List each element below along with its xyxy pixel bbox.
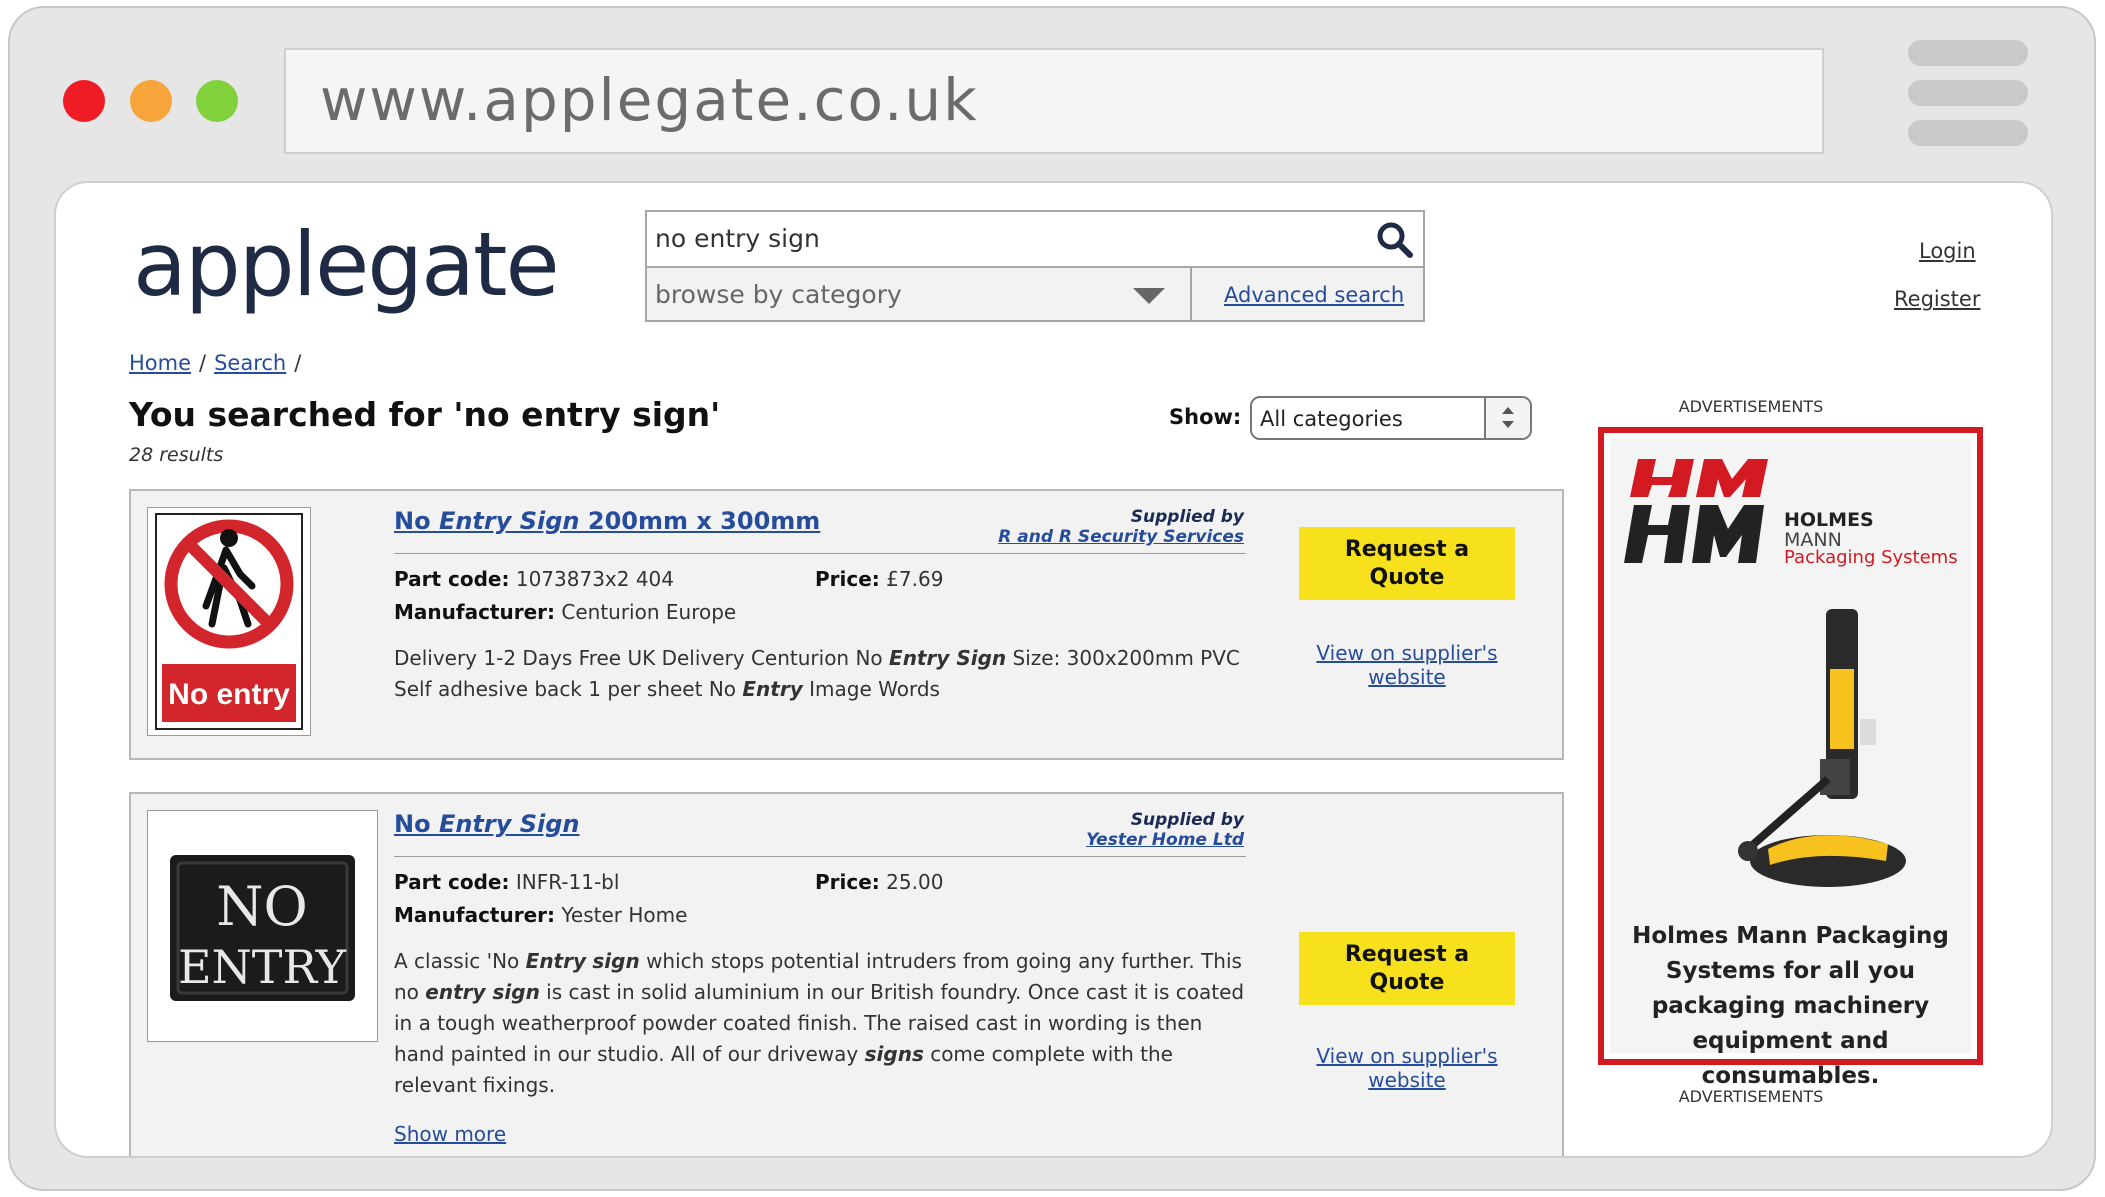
divider (394, 553, 1246, 554)
advanced-search-cell: Advanced search (1192, 268, 1423, 320)
request-quote-button[interactable]: Request a Quote (1299, 527, 1515, 600)
result-description: A classic 'No Entry sign which stops pot… (394, 949, 1245, 1097)
plaque-line-1: NO (216, 875, 308, 938)
select-arrows-icon (1484, 398, 1530, 438)
result-card: No entry No Entry Sign 200mm x 300mm Sup… (129, 489, 1564, 760)
part-code: Part code: INFR-11-bl (394, 870, 620, 894)
price: Price: £7.69 (815, 567, 944, 591)
supplied-by-label: Supplied by (1130, 507, 1244, 527)
ad-brand-line1: HOLMES (1784, 509, 1874, 531)
breadcrumb: Home / Search / (129, 351, 309, 375)
category-filter-select[interactable]: All categories (1250, 396, 1532, 440)
plaque-line-2: ENTRY (178, 940, 347, 994)
show-more-link[interactable]: Show more (394, 1122, 506, 1146)
supplier-link[interactable]: R and R Security Services (998, 527, 1244, 547)
breadcrumb-home[interactable]: Home (129, 351, 191, 375)
supplied-by-label: Supplied by (1130, 810, 1244, 830)
view-supplier-website-link[interactable]: View on supplier's website (1299, 641, 1515, 689)
price: Price: 25.00 (815, 870, 944, 894)
manufacturer: Manufacturer: Centurion Europe (394, 600, 737, 624)
browse-category-label: browse by category (655, 280, 902, 309)
browse-category-select[interactable]: browse by category (647, 268, 1192, 320)
product-image[interactable]: No entry (147, 507, 311, 736)
breadcrumb-search[interactable]: Search (214, 351, 286, 375)
pallet-wrapper-machine-image (1738, 609, 1906, 887)
image-caption: No entry (168, 678, 290, 711)
result-description: Delivery 1-2 Days Free UK Delivery Centu… (394, 646, 1240, 701)
category-filter-value: All categories (1260, 407, 1403, 431)
search-input[interactable]: no entry sign (647, 212, 1423, 268)
search-input-value: no entry sign (655, 224, 820, 253)
login-link[interactable]: Login (1919, 239, 1976, 263)
page-content: applegate no entry sign browse by catego… (54, 181, 2053, 1158)
menu-bar-line (1908, 120, 2028, 146)
search-icon[interactable] (1375, 220, 1415, 260)
chevron-down-icon (1133, 288, 1165, 304)
no-entry-plaque-image: NO ENTRY (170, 855, 355, 1001)
holmes-mann-logo-icon (1624, 459, 1768, 563)
results-count: 28 results (129, 444, 224, 466)
product-image[interactable]: NO ENTRY (147, 810, 378, 1042)
register-link[interactable]: Register (1894, 287, 1980, 311)
menu-bar-line (1908, 40, 2028, 66)
ad-copy: Holmes Mann Packaging Systems for all yo… (1632, 923, 1949, 1089)
site-logo[interactable]: applegate (133, 213, 560, 316)
show-filter-label: Show: (1169, 405, 1242, 429)
search-panel: no entry sign browse by category Advance… (645, 210, 1425, 322)
breadcrumb-separator: / (294, 351, 302, 375)
result-card: NO ENTRY No Entry Sign Supplied by Yeste… (129, 792, 1564, 1156)
page-title: You searched for 'no entry sign' (129, 395, 721, 434)
result-title-link[interactable]: No Entry Sign 200mm x 300mm (394, 507, 820, 535)
advertisement-banner[interactable]: HOLMES MANN Packaging Systems Holmes Man… (1598, 427, 1983, 1089)
ad-label-bottom: ADVERTISEMENTS (1678, 1087, 1824, 1106)
supplied-by: Supplied by Yester Home Ltd (1086, 810, 1244, 850)
part-code: Part code: 1073873x2 404 (394, 567, 675, 591)
result-title-link[interactable]: No Entry Sign (394, 810, 580, 838)
address-bar[interactable]: www.applegate.co.uk (284, 48, 1824, 154)
maximize-window-button[interactable] (196, 80, 238, 122)
minimize-window-button[interactable] (130, 80, 172, 122)
close-window-button[interactable] (63, 80, 105, 122)
ad-content: HOLMES MANN Packaging Systems Holmes Man… (1610, 439, 1971, 1089)
ad-label-top: ADVERTISEMENTS (1678, 397, 1824, 416)
request-quote-button[interactable]: Request a Quote (1299, 932, 1515, 1005)
supplier-link[interactable]: Yester Home Ltd (1086, 830, 1244, 850)
divider (394, 856, 1246, 857)
ad-brand-line3: Packaging Systems (1784, 547, 1958, 568)
advanced-search-link[interactable]: Advanced search (1224, 283, 1404, 307)
supplied-by: Supplied by R and R Security Services (998, 507, 1244, 547)
breadcrumb-separator: / (199, 351, 207, 375)
view-supplier-website-link[interactable]: View on supplier's website (1299, 1044, 1515, 1092)
menu-bar-line (1908, 80, 2028, 106)
no-entry-sign-image: No entry (155, 513, 303, 730)
manufacturer: Manufacturer: Yester Home (394, 903, 688, 927)
url-text: www.applegate.co.uk (320, 66, 979, 134)
